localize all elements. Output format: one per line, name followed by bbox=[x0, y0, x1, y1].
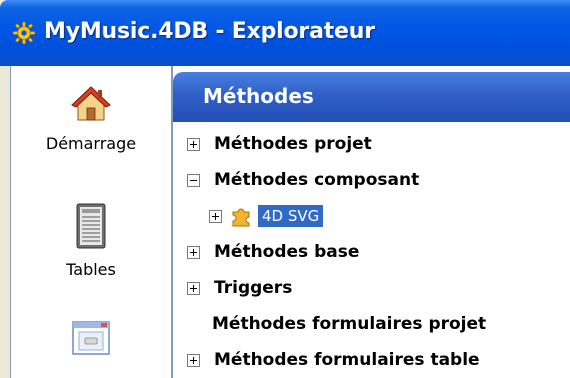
tree-item-label: Méthodes projet bbox=[214, 134, 372, 154]
puzzle-icon bbox=[232, 208, 250, 227]
tree-item-label: Méthodes composant bbox=[214, 170, 420, 190]
title-bar[interactable]: MyMusic.4DB - Explorateur bbox=[0, 0, 570, 66]
expand-icon[interactable] bbox=[209, 209, 222, 223]
window-title: MyMusic.4DB - Explorateur bbox=[44, 19, 375, 44]
sidebar: Démarrage Tables bbox=[10, 66, 172, 378]
tree-item-methodes-projet[interactable]: Méthodes projet bbox=[187, 130, 372, 158]
tree-item-triggers[interactable]: Triggers bbox=[187, 274, 292, 302]
expand-icon[interactable] bbox=[187, 245, 200, 259]
sidebar-item-label: Démarrage bbox=[45, 134, 137, 153]
tree-item-methodes-formulaires-projet[interactable]: Méthodes formulaires projet bbox=[212, 310, 486, 338]
tree-item-label: Triggers bbox=[214, 278, 293, 298]
methods-panel: Méthodes Méthodes projet Méthodes compos… bbox=[172, 66, 570, 378]
sidebar-item-label: Tables bbox=[66, 260, 116, 279]
expand-icon[interactable] bbox=[187, 353, 200, 367]
explorer-window: MyMusic.4DB - Explorateur Démarrage Tabl… bbox=[0, 0, 570, 378]
expand-icon[interactable] bbox=[187, 281, 200, 295]
tree-item-4d-svg[interactable]: 4D SVG bbox=[209, 202, 324, 230]
tables-icon bbox=[76, 203, 106, 249]
sidebar-item-demarrage[interactable]: Démarrage bbox=[11, 84, 171, 153]
panel-header: Méthodes bbox=[173, 72, 570, 122]
gear-icon bbox=[12, 21, 36, 45]
panel-title: Méthodes bbox=[203, 84, 314, 108]
forms-icon bbox=[72, 321, 110, 355]
expand-icon[interactable] bbox=[187, 137, 200, 151]
tree-item-methodes-formulaires-table[interactable]: Méthodes formulaires table bbox=[187, 346, 480, 374]
tree-item-methodes-base[interactable]: Méthodes base bbox=[187, 238, 359, 266]
tree-item-methodes-composant[interactable]: Méthodes composant bbox=[187, 166, 419, 194]
tree-item-label: Méthodes formulaires projet bbox=[212, 314, 487, 334]
tree-item-label: Méthodes formulaires table bbox=[214, 350, 480, 370]
collapse-icon[interactable] bbox=[187, 173, 200, 187]
sidebar-item-forms[interactable] bbox=[11, 318, 171, 358]
tree-item-label: Méthodes base bbox=[214, 242, 360, 262]
sidebar-item-tables[interactable]: Tables bbox=[11, 202, 171, 279]
tree-item-label: 4D SVG bbox=[258, 205, 324, 227]
home-icon bbox=[71, 86, 111, 121]
